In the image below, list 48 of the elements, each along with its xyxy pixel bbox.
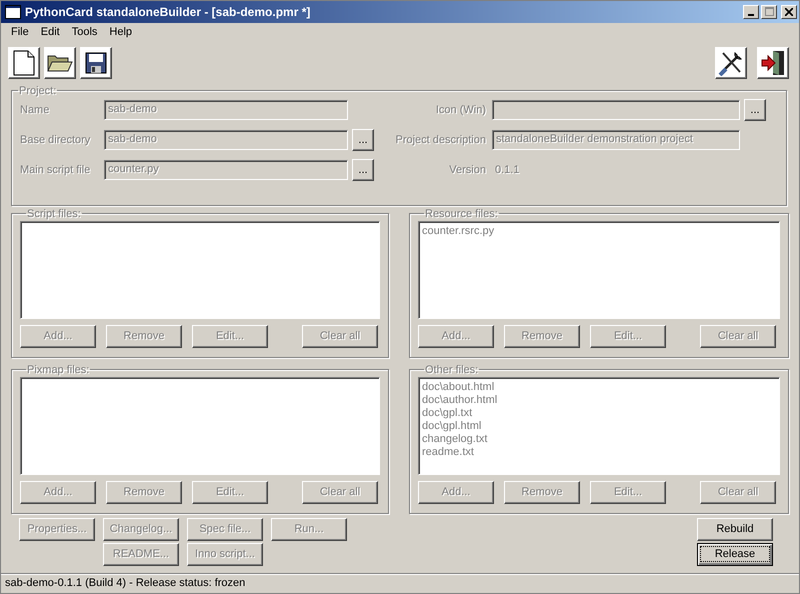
field-label: Main script file xyxy=(20,164,92,176)
field-value: 0.1.1 xyxy=(494,164,520,176)
exit-button[interactable] xyxy=(757,46,789,79)
new-button[interactable] xyxy=(8,46,40,79)
file-list[interactable] xyxy=(20,376,380,475)
group-label: Project: xyxy=(18,84,58,97)
save-button[interactable] xyxy=(80,46,112,79)
file-list[interactable]: doc\about.html doc\author.html doc\gpl.txt doc\gpl.html changelog.txt readme.txt xyxy=(418,376,780,475)
release-button[interactable]: Release xyxy=(697,542,773,566)
menu-item[interactable]: Edit xyxy=(34,26,66,38)
file-list[interactable] xyxy=(20,220,380,319)
list-item[interactable]: readme.txt xyxy=(422,446,776,459)
list-item[interactable]: doc\gpl.html xyxy=(422,420,776,433)
field-label: Icon (Win) xyxy=(434,104,486,116)
release-button[interactable]: Rebuild xyxy=(697,518,773,541)
field-label: Name xyxy=(20,104,50,116)
close-icon xyxy=(785,8,793,16)
file-list[interactable]: counter.rsrc.py xyxy=(418,220,780,319)
list-item[interactable]: doc\author.html xyxy=(422,394,776,407)
menu-item[interactable]: File xyxy=(5,26,35,38)
field-label: Project description xyxy=(394,134,486,146)
field-label: Version xyxy=(448,164,486,176)
group-label: Resource files: xyxy=(424,208,499,220)
window-icon xyxy=(5,4,21,19)
tools-icon xyxy=(718,50,744,76)
minimize-button[interactable] xyxy=(743,4,759,19)
menu-item[interactable]: Help xyxy=(103,26,138,38)
minimize-icon xyxy=(748,14,754,16)
blank-page-icon xyxy=(13,50,35,76)
list-item[interactable]: changelog.txt xyxy=(422,432,776,446)
list-item[interactable]: doc\about.html xyxy=(422,380,776,394)
maximize-icon xyxy=(764,7,774,16)
status-bar: sab-demo-0.1.1 (Build 4) - Release status: frozen xyxy=(1,573,799,594)
open-button[interactable] xyxy=(44,46,76,79)
menu-item[interactable]: Tools xyxy=(66,26,104,38)
field-label: Base directory xyxy=(20,134,92,146)
maximize-button[interactable] xyxy=(761,4,777,19)
list-item[interactable]: counter.rsrc.py xyxy=(422,224,776,238)
list-item[interactable]: doc\gpl.txt xyxy=(422,406,776,420)
folder-icon xyxy=(47,52,73,73)
group-label: Pixmap files: xyxy=(26,364,90,376)
floppy-icon xyxy=(85,52,107,74)
door-arrow-icon xyxy=(761,50,785,76)
tools-button[interactable] xyxy=(715,46,747,79)
group-label: Other files: xyxy=(424,364,480,376)
window-title: PythonCard standaloneBuilder - [sab-demo.pmr *] xyxy=(25,4,312,19)
close-button[interactable] xyxy=(781,4,797,19)
group-label: Script files: xyxy=(26,208,82,220)
